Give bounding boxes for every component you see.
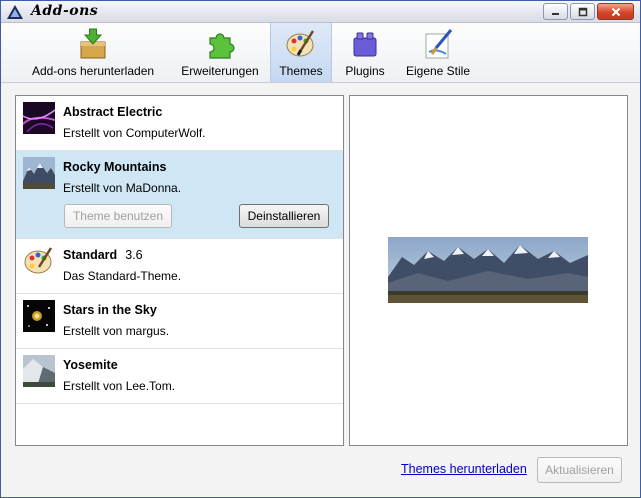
- download-package-icon: [80, 28, 106, 59]
- tab-label: Themes: [279, 64, 323, 78]
- rocky-mountains-preview: [388, 237, 588, 303]
- paint-brush-icon: [425, 29, 453, 59]
- tab-user-styles[interactable]: Eigene Stile: [399, 23, 477, 82]
- theme-preview-pane: [349, 95, 628, 446]
- theme-name: Stars in the Sky: [63, 303, 157, 317]
- themes-download-link[interactable]: Themes herunterladen: [401, 462, 527, 476]
- theme-name: Standard 3.6: [63, 248, 143, 262]
- theme-name-text: Standard: [63, 248, 118, 262]
- plugin-block-icon: [353, 32, 377, 57]
- addons-window: Add-ons Add-ons herunterladen Erweiterun…: [0, 0, 641, 498]
- tab-label: Eigene Stile: [405, 64, 471, 78]
- tab-extensions[interactable]: Erweiterungen: [173, 23, 267, 82]
- minimize-icon: [552, 13, 559, 15]
- tab-label: Plugins: [345, 64, 385, 78]
- stars-thumbnail: [23, 300, 55, 332]
- theme-list[interactable]: Abstract Electric Erstellt von ComputerW…: [15, 95, 344, 446]
- caption-buttons: [543, 3, 634, 20]
- theme-item-rocky-mountains[interactable]: Rocky Mountains Erstellt von MaDonna. Th…: [16, 151, 343, 239]
- tab-get-addons[interactable]: Add-ons herunterladen: [15, 23, 171, 82]
- tab-label: Erweiterungen: [181, 64, 259, 78]
- tab-plugins[interactable]: Plugins: [334, 23, 396, 82]
- tab-themes[interactable]: Themes: [270, 23, 332, 82]
- title-bar[interactable]: Add-ons: [1, 1, 640, 23]
- theme-version: 3.6: [125, 248, 143, 262]
- abstract-electric-thumbnail: [23, 102, 55, 134]
- uninstall-button[interactable]: Deinstallieren: [239, 204, 329, 228]
- theme-item-standard[interactable]: Standard 3.6 Das Standard-Theme.: [16, 239, 343, 294]
- theme-item-abstract-electric[interactable]: Abstract Electric Erstellt von ComputerW…: [16, 96, 343, 151]
- theme-name: Yosemite: [63, 358, 118, 372]
- theme-description: Erstellt von ComputerWolf.: [63, 126, 206, 140]
- theme-item-yosemite[interactable]: Yosemite Erstellt von Lee.Tom.: [16, 349, 343, 404]
- update-button[interactable]: Aktualisieren: [537, 457, 622, 483]
- yosemite-thumbnail: [23, 355, 55, 387]
- palette-icon: [286, 30, 315, 57]
- uninstall-label: Deinstallieren: [247, 209, 321, 223]
- theme-description: Das Standard-Theme.: [63, 269, 182, 283]
- standard-palette-thumbnail: [24, 247, 53, 274]
- theme-name: Abstract Electric: [63, 105, 163, 119]
- rocky-mountains-thumbnail: [23, 157, 55, 189]
- theme-name: Rocky Mountains: [63, 160, 167, 174]
- app-logo-icon: [7, 5, 23, 19]
- tab-label: Add-ons herunterladen: [31, 64, 155, 78]
- theme-description: Erstellt von MaDonna.: [63, 181, 182, 195]
- update-label: Aktualisieren: [545, 463, 614, 477]
- window-title: Add-ons: [31, 3, 99, 19]
- theme-item-stars-in-the-sky[interactable]: Stars in the Sky Erstellt von margus.: [16, 294, 343, 349]
- restore-icon: [578, 7, 587, 16]
- use-theme-button[interactable]: Theme benutzen: [64, 204, 172, 228]
- close-button[interactable]: [597, 3, 634, 20]
- theme-description: Erstellt von margus.: [63, 324, 170, 338]
- restore-button[interactable]: [570, 3, 595, 20]
- category-toolbar: Add-ons herunterladen Erweiterungen Them…: [1, 23, 640, 83]
- puzzle-piece-icon: [209, 33, 235, 59]
- theme-description: Erstellt von Lee.Tom.: [63, 379, 176, 393]
- use-theme-label: Theme benutzen: [72, 209, 164, 223]
- minimize-button[interactable]: [543, 3, 568, 20]
- close-icon: [611, 7, 620, 16]
